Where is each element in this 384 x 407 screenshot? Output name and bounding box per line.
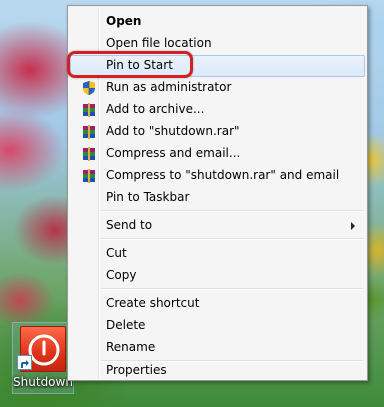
shortcut-arrow-icon — [17, 355, 32, 370]
menu-item-rename[interactable]: Rename — [70, 337, 365, 359]
highlight-callout — [67, 51, 193, 78]
menu-item-pin-to-taskbar[interactable]: Pin to Taskbar — [70, 187, 365, 209]
menu-item-open[interactable]: Open — [70, 11, 365, 33]
menu-item-copy[interactable]: Copy — [70, 265, 365, 287]
submenu-arrow-icon — [351, 222, 355, 230]
winrar-icon — [81, 102, 97, 118]
winrar-icon — [81, 124, 97, 140]
menu-item-compress-email[interactable]: Compress and email... — [70, 143, 365, 165]
menu-separator — [101, 210, 363, 212]
uac-shield-icon — [81, 80, 97, 96]
menu-item-run-as-admin[interactable]: Run as administrator — [70, 77, 365, 99]
menu-item-cut[interactable]: Cut — [70, 243, 365, 265]
menu-item-send-to[interactable]: Send to — [70, 215, 365, 237]
menu-item-compress-rar-email[interactable]: Compress to "shutdown.rar" and email — [70, 165, 365, 187]
menu-item-add-to-rar[interactable]: Add to "shutdown.rar" — [70, 121, 365, 143]
winrar-icon — [81, 146, 97, 162]
shortcut-label: Shutdown — [13, 375, 73, 389]
winrar-icon — [81, 168, 97, 184]
menu-item-delete[interactable]: Delete — [70, 315, 365, 337]
menu-item-add-to-archive[interactable]: Add to archive... — [70, 99, 365, 121]
power-icon — [28, 334, 60, 366]
menu-separator — [101, 238, 363, 240]
menu-item-create-shortcut[interactable]: Create shortcut — [70, 293, 365, 315]
menu-item-properties[interactable]: Properties — [70, 360, 365, 382]
menu-separator — [101, 288, 363, 290]
desktop-shortcut-shutdown[interactable]: Shutdown — [12, 322, 74, 394]
